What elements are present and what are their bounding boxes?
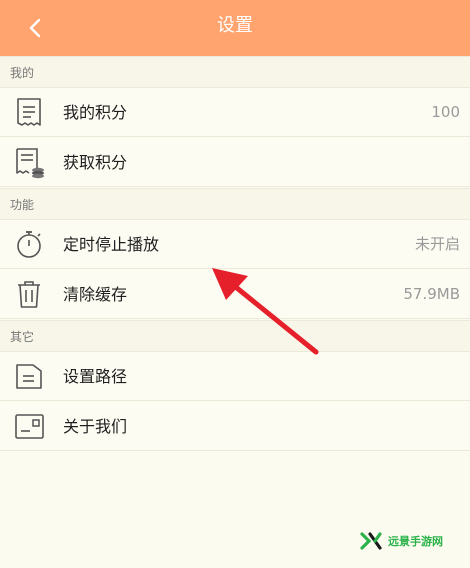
info-card-icon	[15, 414, 44, 439]
section-header-features: 功能	[0, 188, 470, 220]
points-value: 100	[431, 103, 460, 121]
row-label: 关于我们	[63, 417, 128, 436]
cache-size: 57.9MB	[403, 285, 460, 303]
coins-receipt-icon	[16, 148, 44, 179]
stopwatch-icon	[17, 231, 41, 258]
row-label: 清除缓存	[63, 285, 128, 304]
row-sleep-timer[interactable]: 定时停止播放 未开启	[0, 220, 470, 269]
row-label: 设置路径	[63, 367, 128, 386]
row-clear-cache[interactable]: 清除缓存 57.9MB	[0, 270, 470, 319]
watermark: 远景手游网	[360, 526, 456, 556]
watermark-logo-icon	[360, 532, 382, 550]
page-title: 设置	[217, 15, 253, 36]
row-about-us[interactable]: 关于我们	[0, 402, 470, 451]
row-label: 获取积分	[63, 153, 128, 172]
watermark-text: 远景手游网	[388, 535, 443, 548]
row-my-points[interactable]: 我的积分 100	[0, 88, 470, 137]
receipt-icon	[17, 98, 41, 126]
row-get-points[interactable]: 获取积分	[0, 138, 470, 187]
row-set-path[interactable]: 设置路径	[0, 352, 470, 401]
row-label: 我的积分	[63, 103, 128, 122]
header-bar: 设置	[0, 0, 470, 56]
section-header-other: 其它	[0, 320, 470, 352]
folder-icon	[16, 364, 42, 389]
timer-status: 未开启	[414, 235, 460, 253]
row-label: 定时停止播放	[63, 235, 160, 254]
trash-icon	[18, 281, 40, 308]
section-header-mine: 我的	[0, 56, 470, 88]
